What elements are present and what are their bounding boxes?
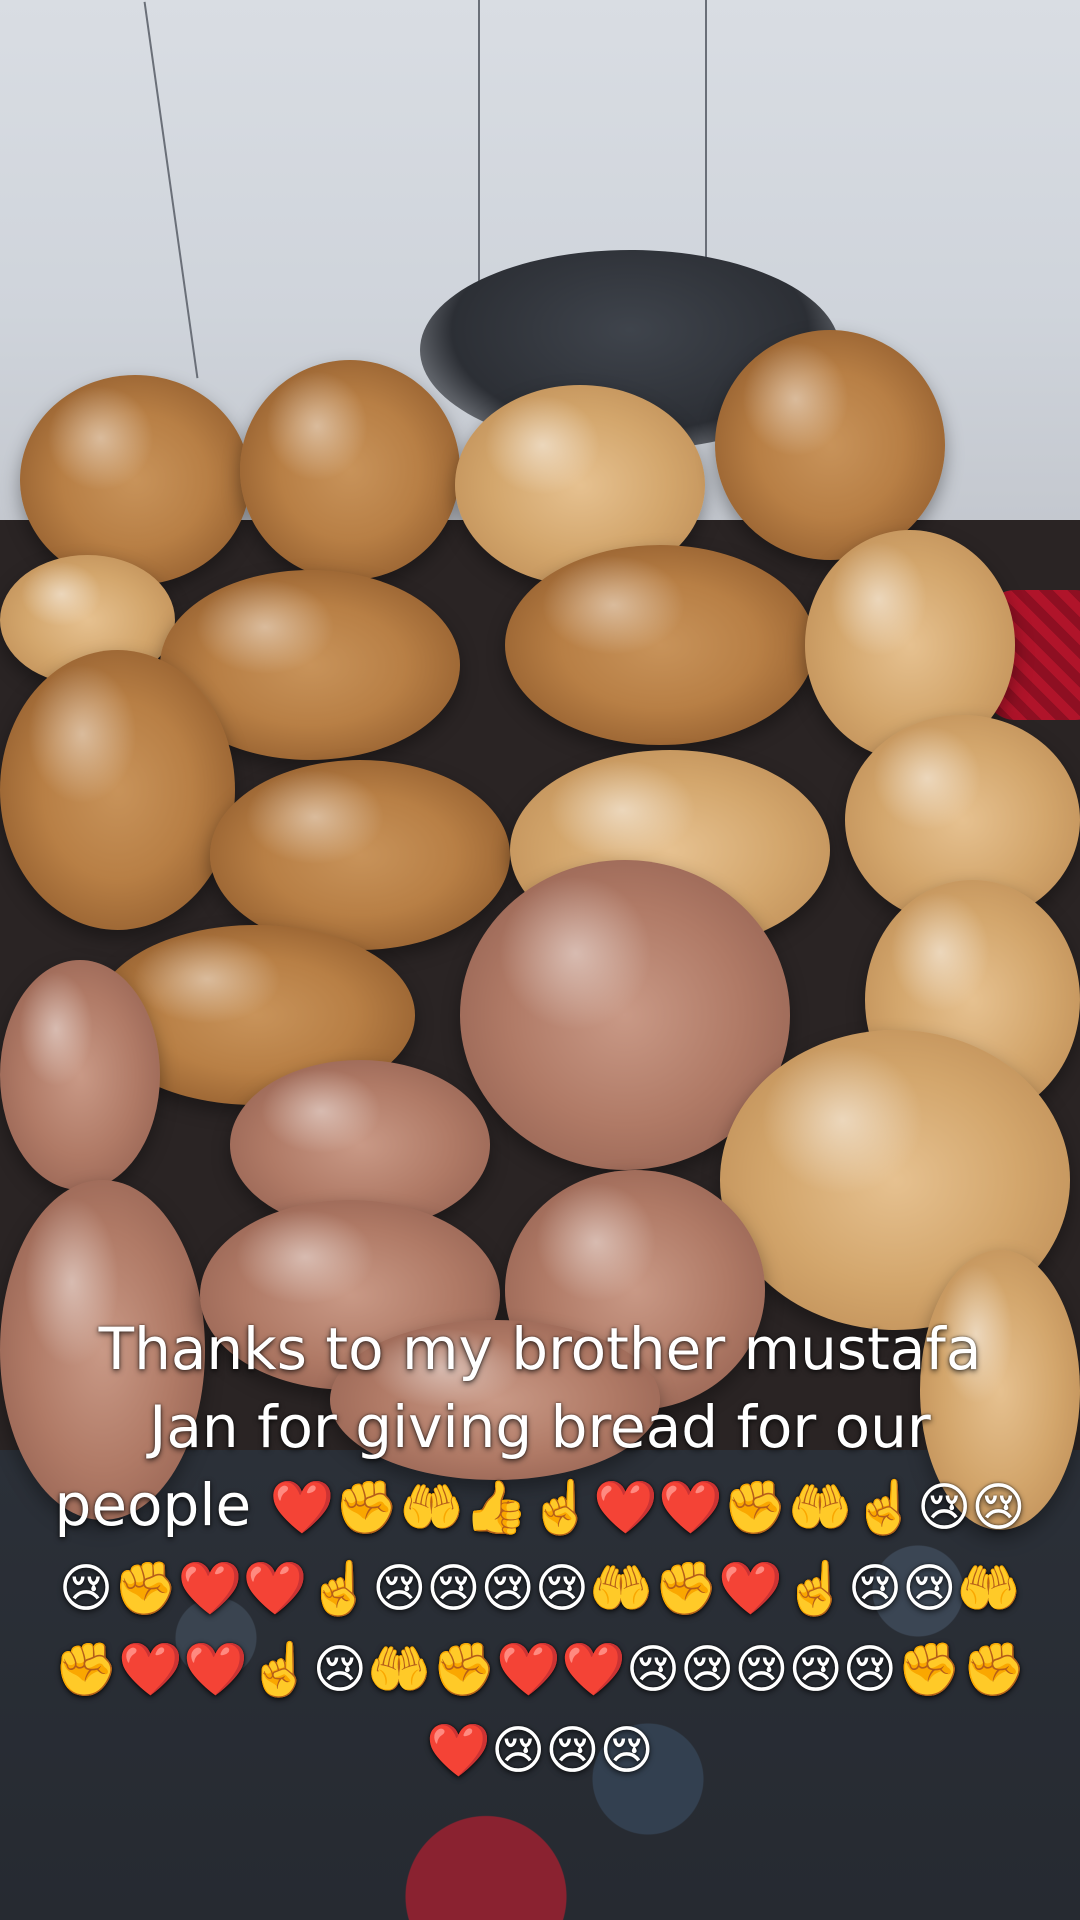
bread-loaf	[0, 650, 235, 930]
bread-loaf	[210, 760, 510, 950]
bread-loaf	[715, 330, 945, 560]
bread-loaf	[240, 360, 460, 580]
bread-loaf	[0, 960, 160, 1190]
bread-loaf	[505, 545, 815, 745]
bread-loaf	[20, 375, 250, 585]
hanging-wire	[705, 0, 707, 260]
video-caption: Thanks to my brother mustafa Jan for giv…	[0, 1310, 1080, 1790]
